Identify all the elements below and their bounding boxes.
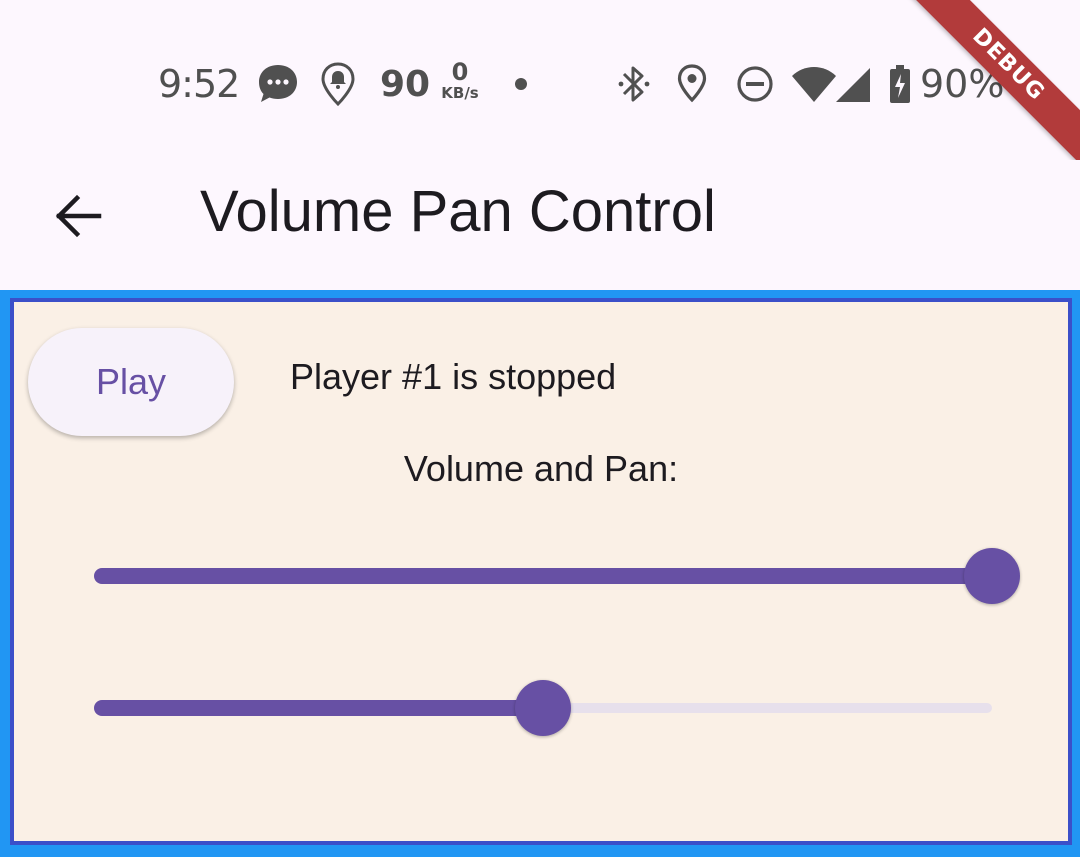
location-pin-icon — [676, 58, 708, 110]
volume-pan-label: Volume and Pan: — [403, 448, 679, 489]
player-status-text: Player #1 is stopped — [290, 356, 617, 397]
back-arrow-icon — [53, 194, 103, 243]
pan-slider-active-track — [94, 700, 543, 716]
bluetooth-icon — [618, 58, 650, 110]
pan-slider-thumb[interactable] — [515, 680, 571, 736]
net-speed-indicator: 0 KB/s — [438, 60, 482, 108]
app-bar: Volume Pan Control — [0, 160, 1080, 290]
net-speed-value: 0 — [451, 58, 469, 86]
content-panel: Play Player #1 is stopped Volume and Pan… — [10, 298, 1072, 845]
status-bar: 9:52 90 0 KB/s 90% — [0, 0, 1080, 160]
page-title: Volume Pan Control — [200, 179, 716, 244]
wifi-icon — [790, 58, 838, 110]
net-speed-unit: KB/s — [441, 84, 479, 102]
status-time: 9:52 — [158, 62, 240, 106]
back-button[interactable] — [30, 170, 126, 266]
dot-icon — [513, 58, 529, 110]
notification-count: 90 — [380, 63, 431, 105]
pan-slider[interactable] — [94, 678, 992, 738]
location-alert-icon — [320, 58, 356, 110]
volume-slider-active-track — [94, 568, 992, 584]
cell-signal-icon — [834, 58, 872, 110]
content-panel-outer: Play Player #1 is stopped Volume and Pan… — [0, 290, 1080, 857]
volume-slider[interactable] — [94, 546, 1020, 606]
play-button[interactable]: Play — [28, 328, 234, 436]
app-screen: 9:52 90 0 KB/s 90% DEBUG Volume Pan Cont… — [0, 0, 1080, 857]
chat-bubble-icon — [256, 58, 300, 110]
do-not-disturb-icon — [736, 58, 774, 110]
volume-slider-thumb[interactable] — [964, 548, 1020, 604]
battery-charging-icon — [888, 58, 912, 110]
